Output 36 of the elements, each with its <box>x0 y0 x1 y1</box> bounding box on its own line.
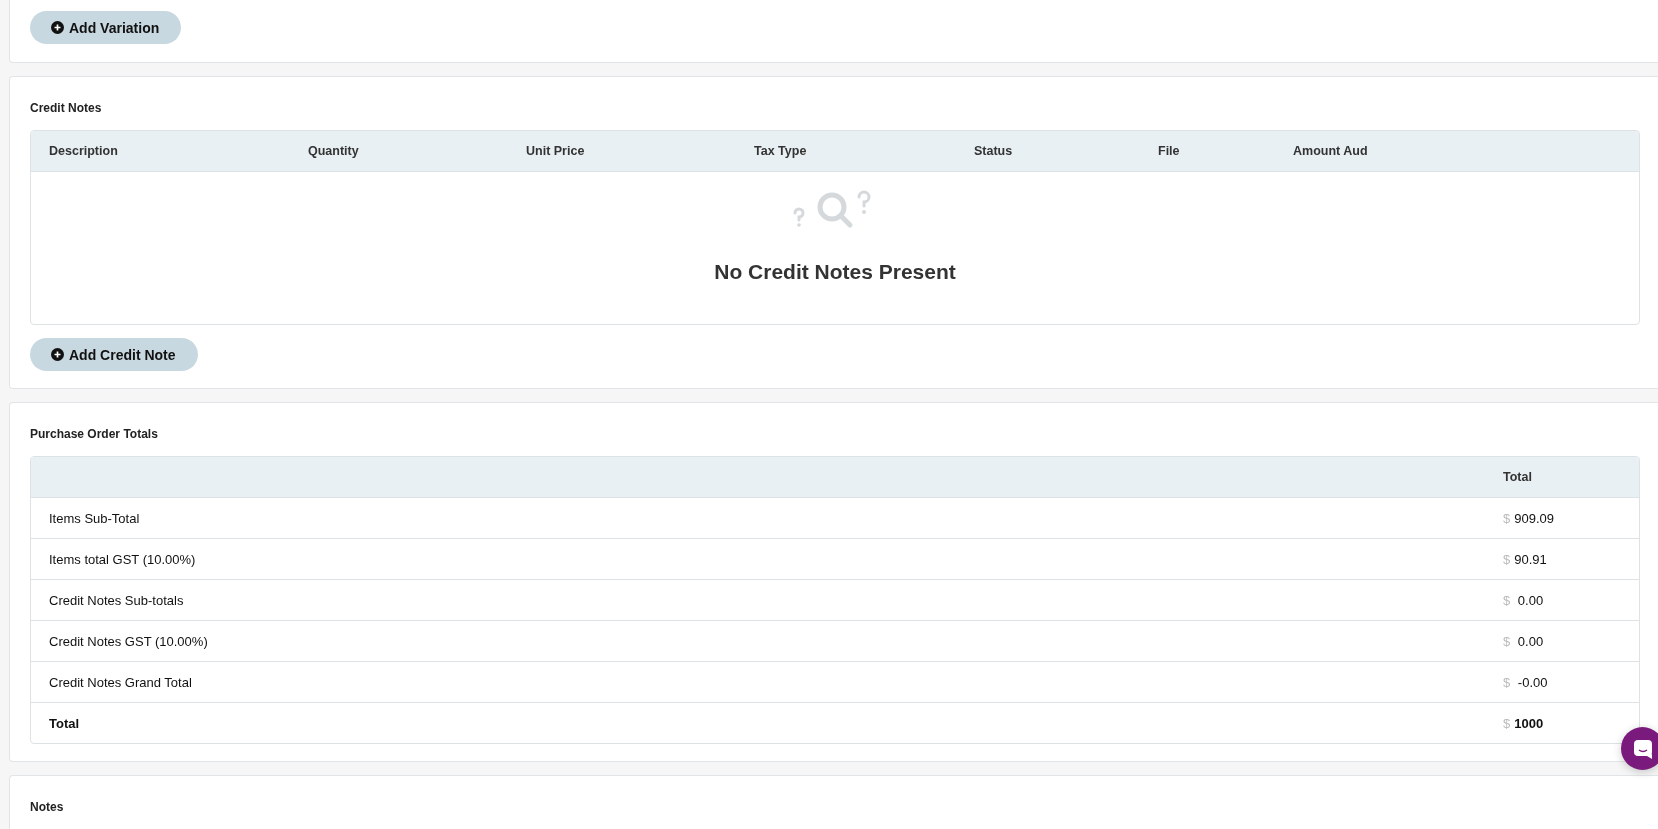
currency-symbol: $ <box>1503 715 1511 731</box>
table-cell-text: 0.00 <box>1516 633 1544 649</box>
currency-symbol: $ <box>1503 674 1511 690</box>
table-cell: 90.91 <box>1514 551 1547 567</box>
column-header: Quantity <box>308 144 360 158</box>
section-title: Purchase Order Totals <box>30 426 158 443</box>
column-header: Description <box>49 144 119 158</box>
empty-state-message: No Credit Notes Present <box>714 260 956 284</box>
chat-icon <box>1632 738 1653 759</box>
column-header: Unit Price <box>526 144 586 158</box>
plus-circle-icon <box>51 348 64 361</box>
add-credit-note-button[interactable]: Add Credit Note <box>30 338 198 371</box>
column-header: Amount Aud <box>1293 144 1369 158</box>
currency-symbol: $ <box>1503 510 1511 526</box>
currency-symbol: $ <box>1503 633 1511 649</box>
section-title: Credit Notes <box>30 100 102 117</box>
table-cell: 1000 <box>1514 715 1544 731</box>
column-header: Tax Type <box>754 144 808 158</box>
table-cell-text: -0.00 <box>1516 674 1548 690</box>
table-cell-text: Credit Notes GST (10.00%) <box>49 633 209 649</box>
table-cell-text: Credit Notes Sub-totals <box>49 592 185 608</box>
plus-circle-icon <box>51 21 64 34</box>
section-title: Notes <box>30 799 64 816</box>
column-header: Status <box>974 144 1014 158</box>
add-variation-button[interactable]: Add Variation <box>30 11 182 44</box>
table-cell: 909.09 <box>1514 510 1554 526</box>
table-cell-text: Credit Notes Grand Total <box>49 674 193 690</box>
table-cell-text: Total <box>49 715 81 731</box>
column-header: Total <box>1503 470 1533 484</box>
table-cell-text: 0.00 <box>1516 592 1544 608</box>
table-cell-text: Items Sub-Total <box>49 510 141 526</box>
currency-symbol: $ <box>1503 592 1511 608</box>
column-header: File <box>1158 144 1181 158</box>
table-cell-text: Items total GST (10.00%) <box>49 551 197 567</box>
chat-button[interactable] <box>1621 727 1658 770</box>
currency-symbol: $ <box>1503 551 1511 567</box>
